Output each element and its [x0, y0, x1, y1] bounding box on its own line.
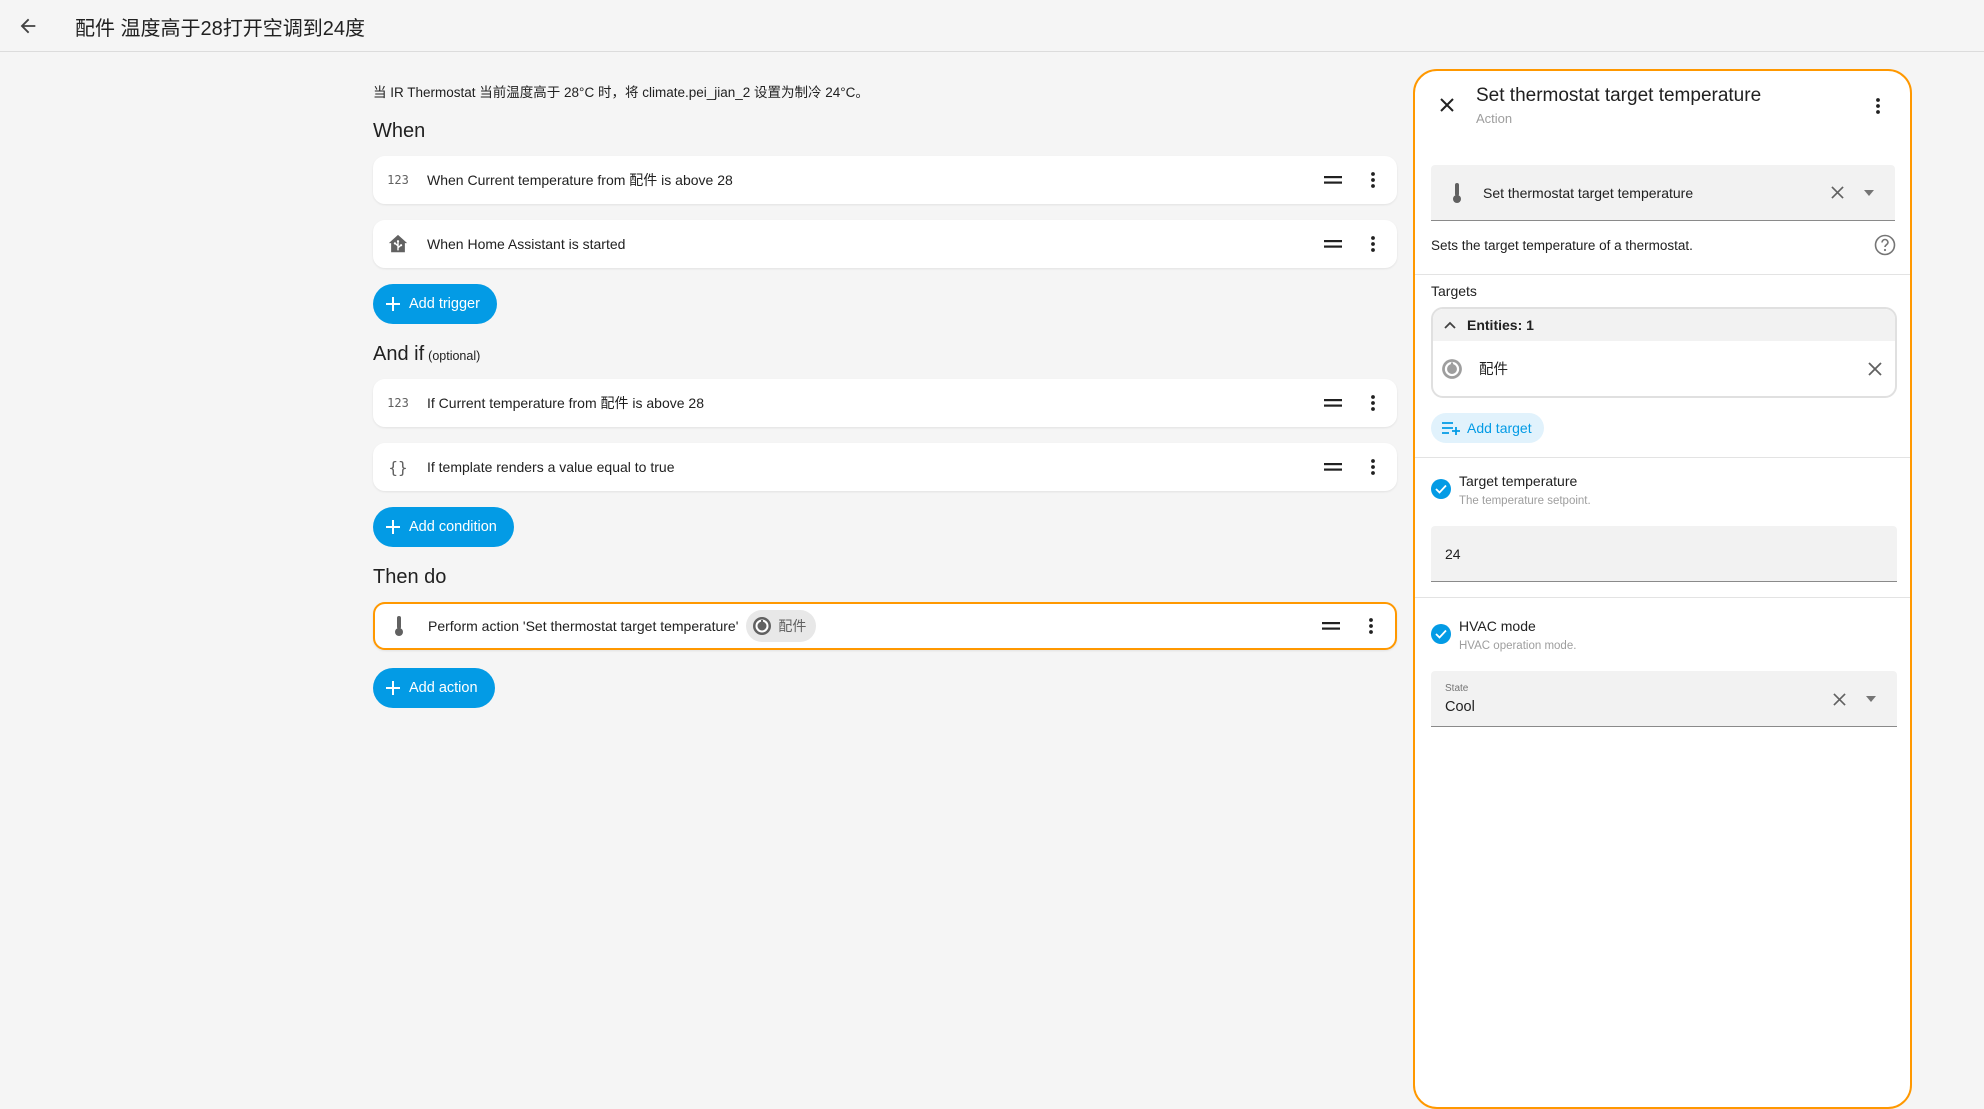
help-icon[interactable] — [1872, 232, 1898, 258]
add-target-label: Add target — [1467, 420, 1532, 436]
drag-handle-icon[interactable] — [1311, 606, 1351, 646]
automation-description: 当 IR Thermostat 当前温度高于 28°C 时，将 climate.… — [373, 85, 869, 100]
then-do-heading: Then do — [373, 566, 447, 588]
arrow-left-icon — [20, 18, 36, 34]
plus-icon — [385, 296, 401, 312]
drag-handle-icon[interactable] — [1313, 224, 1353, 264]
action-select-value: Set thermostat target temperature — [1483, 184, 1694, 201]
when-heading: When — [373, 120, 426, 142]
panel-more-button[interactable] — [1858, 86, 1898, 126]
entity-row: 配件 — [1433, 341, 1895, 396]
entities-collapse-header[interactable]: Entities: 1 — [1433, 309, 1895, 341]
target-temperature-label: Target temperature — [1459, 473, 1578, 489]
target-temperature-help: The temperature setpoint. — [1459, 495, 1591, 507]
more-vertical-icon[interactable] — [1353, 383, 1393, 423]
plus-icon — [385, 519, 401, 535]
action-row[interactable]: Perform action 'Set thermostat target te… — [373, 602, 1397, 650]
hvac-mode-label: HVAC mode — [1459, 618, 1536, 634]
chevron-up-icon — [1433, 321, 1467, 329]
more-vertical-icon — [1876, 98, 1880, 114]
add-action-label: Add action — [409, 680, 478, 696]
trigger-text: When Home Assistant is started — [427, 236, 626, 252]
targets-label: Targets — [1431, 283, 1477, 299]
hvac-mode-checkbox[interactable] — [1431, 624, 1451, 644]
drag-handle-icon[interactable] — [1313, 447, 1353, 487]
numeric-123-icon: 123 — [387, 173, 409, 187]
trigger-row[interactable]: When Home Assistant is started — [373, 220, 1397, 268]
hvac-mode-select[interactable]: State Cool — [1431, 671, 1897, 727]
drag-handle-icon[interactable] — [1313, 160, 1353, 200]
drag-handle-icon[interactable] — [1313, 383, 1353, 423]
clear-icon[interactable] — [1821, 177, 1853, 209]
action-text: Perform action 'Set thermostat target te… — [428, 618, 739, 634]
action-select-field[interactable]: Set thermostat target temperature — [1431, 165, 1895, 221]
add-trigger-label: Add trigger — [409, 296, 480, 312]
add-action-button[interactable]: Add action — [373, 668, 495, 708]
hvac-mode-value: Cool — [1445, 699, 1475, 715]
condition-text: If Current temperature from 配件 is above … — [427, 395, 704, 411]
more-vertical-icon[interactable] — [1353, 447, 1393, 487]
condition-text: If template renders a value equal to tru… — [427, 459, 675, 475]
action-editor-panel: Set thermostat target temperature Action… — [1413, 69, 1912, 1109]
home-assistant-icon — [374, 220, 422, 268]
condition-row[interactable]: {} If template renders a value equal to … — [373, 443, 1397, 491]
and-if-title: And if — [373, 343, 425, 365]
divider — [1415, 457, 1910, 458]
target-temperature-input[interactable]: 24 — [1431, 526, 1897, 582]
more-vertical-icon[interactable] — [1353, 160, 1393, 200]
divider — [1415, 274, 1910, 275]
add-condition-button[interactable]: Add condition — [373, 507, 514, 547]
check-icon — [1435, 629, 1447, 639]
and-if-heading: And if (optional) — [373, 343, 480, 366]
add-trigger-button[interactable]: Add trigger — [373, 284, 497, 324]
trigger-row[interactable]: 123 When Current temperature from 配件 is … — [373, 156, 1397, 204]
close-button[interactable] — [1427, 85, 1467, 125]
more-vertical-icon[interactable] — [1351, 606, 1391, 646]
entities-group: Entities: 1 配件 — [1431, 307, 1897, 398]
numeric-123-icon: 123 — [387, 396, 409, 410]
thermometer-icon — [375, 602, 423, 650]
target-temperature-value: 24 — [1445, 546, 1461, 562]
check-icon — [1435, 484, 1447, 494]
plus-icon — [385, 680, 401, 696]
remove-entity-icon[interactable] — [1855, 349, 1895, 389]
thermostat-icon — [752, 616, 772, 636]
thermometer-icon — [1431, 182, 1483, 204]
playlist-plus-icon — [1441, 420, 1461, 436]
panel-title: Set thermostat target temperature — [1476, 85, 1762, 106]
hvac-mode-help: HVAC operation mode. — [1459, 640, 1577, 652]
thermostat-icon — [1433, 358, 1471, 380]
clear-icon[interactable] — [1823, 683, 1855, 715]
dropdown-arrow-icon[interactable] — [1853, 177, 1885, 209]
hvac-mode-field-label: State — [1445, 683, 1469, 694]
trigger-text: When Current temperature from 配件 is abov… — [427, 172, 733, 188]
panel-subtitle: Action — [1476, 111, 1513, 126]
optional-label: (optional) — [428, 349, 481, 363]
entities-count-label: Entities: 1 — [1467, 317, 1534, 333]
entity-chip-label: 配件 — [778, 618, 807, 634]
divider — [1415, 597, 1910, 598]
add-target-button[interactable]: Add target — [1431, 413, 1544, 443]
action-description: Sets the target temperature of a thermos… — [1431, 238, 1693, 253]
dropdown-arrow-icon[interactable] — [1855, 683, 1887, 715]
more-vertical-icon[interactable] — [1353, 224, 1393, 264]
add-condition-label: Add condition — [409, 519, 497, 535]
condition-row[interactable]: 123 If Current temperature from 配件 is ab… — [373, 379, 1397, 427]
target-temperature-checkbox[interactable] — [1431, 479, 1451, 499]
page-title: 配件 温度高于28打开空调到24度 — [75, 18, 366, 40]
back-button[interactable] — [10, 8, 46, 44]
entity-name: 配件 — [1479, 362, 1508, 378]
entity-chip[interactable]: 配件 — [746, 610, 817, 642]
close-icon — [1440, 98, 1454, 112]
top-app-bar: 配件 温度高于28打开空调到24度 — [0, 0, 1984, 52]
code-braces-icon: {} — [388, 457, 408, 477]
